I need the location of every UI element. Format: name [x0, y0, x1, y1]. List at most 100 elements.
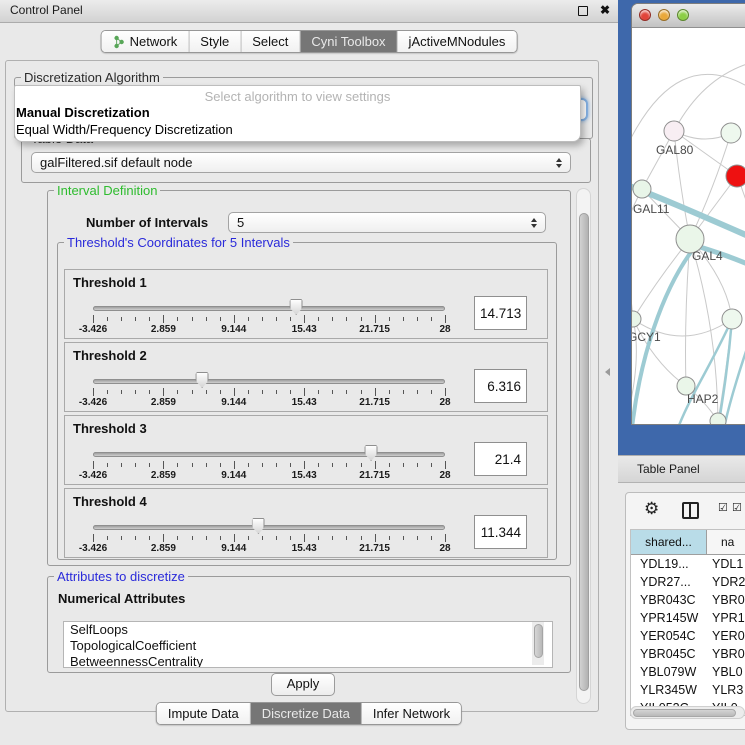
- node-gcy1[interactable]: [632, 311, 641, 327]
- table-row[interactable]: YPR145WYPR1: [631, 609, 745, 627]
- network-canvas[interactable]: GAL80 GA C GAL11 GAL4 GCY1 H HAP2: [632, 28, 745, 425]
- checkbox-icon[interactable]: ☑: [732, 503, 742, 514]
- node-gal11[interactable]: [633, 180, 651, 198]
- tab-jactivemnodules[interactable]: jActiveMNodules: [398, 31, 517, 52]
- slider-thumb[interactable]: [252, 518, 265, 534]
- checkbox-icon[interactable]: ☑: [718, 503, 728, 514]
- table-hscrollbar[interactable]: [630, 706, 745, 719]
- node-h[interactable]: [722, 309, 742, 329]
- table-row[interactable]: YDR27...YDR2: [631, 573, 745, 591]
- zoom-traffic-light-icon[interactable]: [677, 9, 689, 21]
- node-bottom[interactable]: [710, 413, 726, 425]
- column-layout-icon[interactable]: [682, 502, 699, 519]
- slider-thumb[interactable]: [365, 445, 378, 461]
- table-cell[interactable]: YBR0: [707, 591, 745, 609]
- close-icon[interactable]: ✖: [600, 3, 610, 17]
- table-row[interactable]: YLR345WYLR3: [631, 681, 745, 699]
- network-nodes[interactable]: [632, 121, 745, 425]
- tick-mark: [220, 536, 221, 540]
- table-cell[interactable]: YPR1: [707, 609, 745, 627]
- splitter-handle-icon[interactable]: [605, 368, 610, 376]
- control-panel-titlebar: Control Panel ✖: [0, 0, 618, 23]
- table-cell[interactable]: YPR145W: [631, 609, 707, 627]
- panel-scrollbar[interactable]: [576, 188, 591, 704]
- table-data-combo[interactable]: galFiltered.sif default node: [31, 152, 571, 173]
- tab-select[interactable]: Select: [241, 31, 300, 52]
- tick-mark: [346, 536, 347, 540]
- thresholds-group-title: Threshold's Coordinates for 5 Intervals: [64, 235, 293, 250]
- threshold-value-field[interactable]: [474, 296, 527, 330]
- tick-mark: [177, 390, 178, 394]
- numerical-attributes-list[interactable]: SelfLoopsTopologicalCoefficientBetweenne…: [63, 621, 553, 668]
- table-row[interactable]: YBR045CYBR0: [631, 645, 745, 663]
- table-row[interactable]: YBL079WYBL0: [631, 663, 745, 681]
- table-cell[interactable]: YDR2: [707, 573, 745, 591]
- slider-track[interactable]: [93, 306, 445, 311]
- table-cell[interactable]: YER0: [707, 627, 745, 645]
- dropdown-option-manual[interactable]: Manual Discretization: [15, 104, 580, 121]
- table-cell[interactable]: YBL079W: [631, 663, 707, 681]
- tick-mark: [332, 390, 333, 394]
- table-cell[interactable]: YBR043C: [631, 591, 707, 609]
- table-cell[interactable]: YBL0: [707, 663, 745, 681]
- column-header-name[interactable]: na: [707, 530, 745, 554]
- threshold-value-field[interactable]: [474, 515, 527, 549]
- table-row[interactable]: YER054CYER0: [631, 627, 745, 645]
- apply-button[interactable]: Apply: [271, 673, 335, 696]
- minimize-traffic-light-icon[interactable]: [658, 9, 670, 21]
- number-of-intervals-value: 5: [237, 215, 244, 230]
- tick-mark: [163, 315, 164, 323]
- table-cell[interactable]: YLR3: [707, 681, 745, 699]
- tab-impute-data[interactable]: Impute Data: [157, 703, 251, 724]
- number-of-intervals-combo[interactable]: 5: [228, 212, 546, 233]
- table-cell[interactable]: YBR0: [707, 645, 745, 663]
- tab-cyni-toolbox[interactable]: Cyni Toolbox: [300, 31, 397, 52]
- float-window-icon[interactable]: [578, 6, 588, 16]
- table-cell[interactable]: YDL19...: [631, 555, 707, 573]
- gear-icon[interactable]: ⚙: [644, 500, 659, 517]
- slider-thumb[interactable]: [196, 372, 209, 388]
- table-cell[interactable]: YBR045C: [631, 645, 707, 663]
- tick-mark: [389, 463, 390, 467]
- attribute-list-item[interactable]: BetweennessCentrality: [64, 654, 552, 668]
- table-cell[interactable]: YER054C: [631, 627, 707, 645]
- table-cell[interactable]: YDR27...: [631, 573, 707, 591]
- tick-mark: [93, 534, 94, 542]
- slider-thumb[interactable]: [290, 299, 303, 315]
- tab-network[interactable]: Network: [102, 31, 190, 52]
- node-highlighted-red[interactable]: [726, 165, 745, 187]
- tab-style[interactable]: Style: [189, 31, 241, 52]
- node-gal80[interactable]: [664, 121, 684, 141]
- threshold-value-field[interactable]: [474, 442, 527, 476]
- table-panel-title: Table Panel: [637, 462, 700, 476]
- node-top-right[interactable]: [721, 123, 741, 143]
- tick-mark: [375, 534, 376, 542]
- table-cell[interactable]: YLR345W: [631, 681, 707, 699]
- number-of-intervals-label: Number of Intervals: [86, 215, 208, 230]
- slider-track[interactable]: [93, 452, 445, 457]
- table-row[interactable]: YBR043CYBR0: [631, 591, 745, 609]
- tab-discretize-data[interactable]: Discretize Data: [251, 703, 362, 724]
- table-cell[interactable]: YDL1: [707, 555, 745, 573]
- dropdown-option-equal-width[interactable]: Equal Width/Frequency Discretization: [15, 121, 580, 138]
- slider-track[interactable]: [93, 379, 445, 384]
- panel-scrollbar-thumb[interactable]: [579, 213, 589, 691]
- slider-track[interactable]: [93, 525, 445, 530]
- network-window-titlebar[interactable]: [632, 4, 745, 28]
- table-row[interactable]: YDL19...YDL1: [631, 555, 745, 573]
- table-hscrollbar-thumb[interactable]: [633, 709, 736, 717]
- tick-label: 28: [439, 397, 450, 408]
- attribute-list-item[interactable]: TopologicalCoefficient: [64, 638, 552, 654]
- tick-label: 28: [439, 324, 450, 335]
- close-traffic-light-icon[interactable]: [639, 9, 651, 21]
- thresholds-group: Threshold's Coordinates for 5 Intervals …: [57, 242, 557, 560]
- threshold-value-field[interactable]: [474, 369, 527, 403]
- attributes-scrollbar[interactable]: [532, 622, 544, 665]
- slider-tick-labels: -3.4262.8599.14415.4321.71528: [93, 397, 445, 408]
- tab-infer-network[interactable]: Infer Network: [362, 703, 461, 724]
- tick-mark: [163, 388, 164, 396]
- attributes-scrollbar-thumb[interactable]: [534, 624, 543, 658]
- attribute-list-item[interactable]: SelfLoops: [64, 622, 552, 638]
- column-header-shared[interactable]: shared...: [631, 530, 707, 554]
- tick-mark: [276, 463, 277, 467]
